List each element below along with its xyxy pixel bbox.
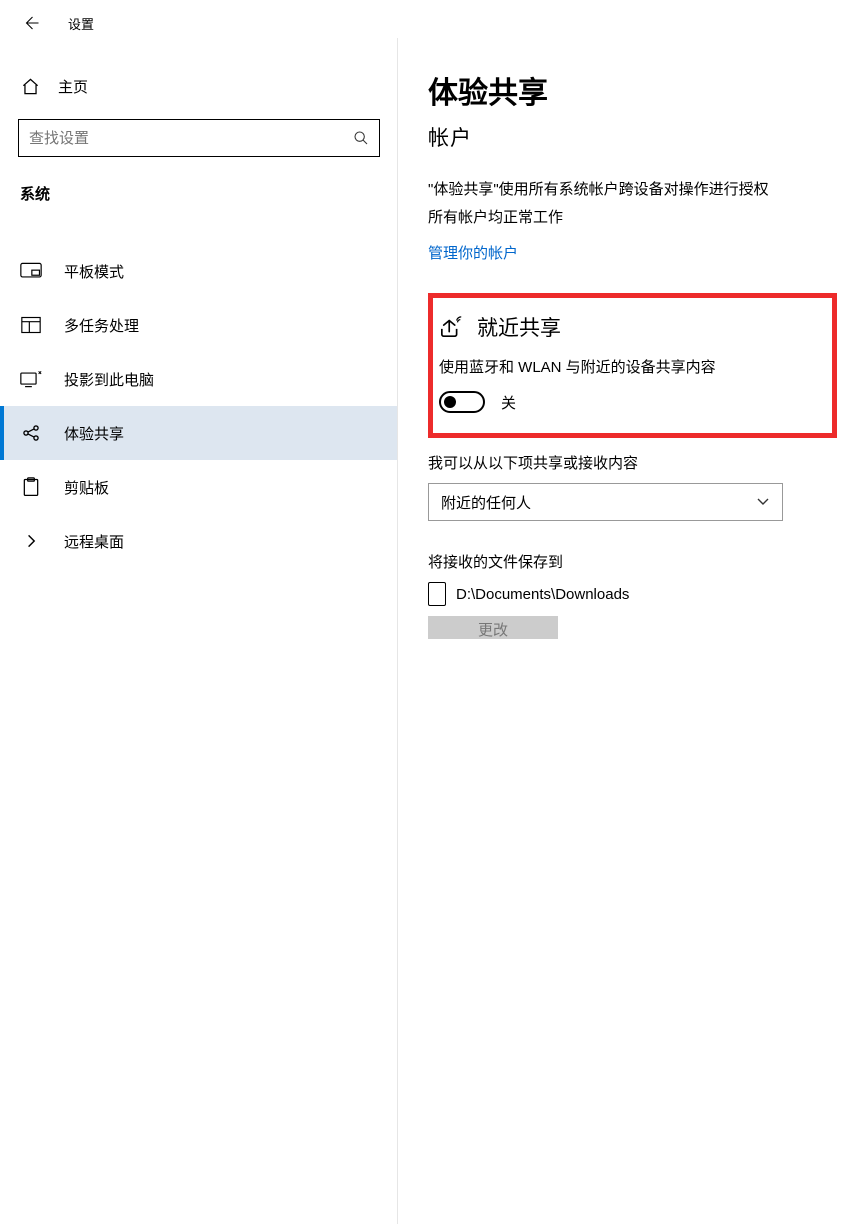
accounts-desc-2: 所有帐户均正常工作: [428, 206, 837, 230]
sidebar-item-projecting[interactable]: 投影到此电脑: [18, 352, 380, 406]
search-box[interactable]: [18, 119, 380, 157]
sidebar-item-remote-desktop[interactable]: 远程桌面: [18, 514, 380, 568]
sidebar-home-label: 主页: [58, 76, 88, 97]
sidebar-item-multitasking[interactable]: 多任务处理: [18, 298, 380, 352]
change-button[interactable]: 更改: [428, 616, 558, 639]
save-to-label: 将接收的文件保存到: [428, 551, 837, 572]
back-button[interactable]: [22, 14, 40, 32]
clipboard-icon: [20, 477, 42, 497]
section-accounts-heading: 帐户: [428, 122, 837, 152]
nearby-sharing-highlight: 就近共享 使用蓝牙和 WLAN 与附近的设备共享内容 关: [428, 293, 837, 438]
nearby-sharing-heading: 就近共享: [477, 312, 561, 342]
save-to-path: D:\Documents\Downloads: [456, 586, 629, 603]
sidebar-item-label: 剪贴板: [64, 477, 109, 498]
sidebar-item-tablet-mode[interactable]: 平板模式: [18, 244, 380, 298]
sidebar-item-label: 平板模式: [64, 261, 124, 282]
project-icon: [20, 370, 42, 388]
main-panel: 体验共享 帐户 "体验共享"使用所有系统帐户跨设备对操作进行授权 所有帐户均正常…: [398, 46, 847, 639]
chevron-down-icon: [756, 497, 770, 507]
accounts-desc-1: "体验共享"使用所有系统帐户跨设备对操作进行授权: [428, 178, 837, 202]
sidebar-category: 系统: [18, 183, 380, 204]
chevron-right-icon: [20, 533, 42, 549]
sidebar-item-clipboard[interactable]: 剪贴板: [18, 460, 380, 514]
sidebar-item-label: 投影到此电脑: [64, 369, 154, 390]
share-from-value: 附近的任何人: [441, 492, 531, 513]
share-icon: [20, 423, 42, 443]
folder-icon: [428, 582, 446, 606]
home-icon: [20, 77, 40, 96]
nearby-sharing-toggle-state: 关: [501, 392, 516, 413]
sidebar-home[interactable]: 主页: [18, 66, 380, 107]
nearby-share-icon: [439, 315, 465, 339]
sidebar: 主页 系统 平板模式 多任务处理 投影到此电脑: [0, 46, 398, 639]
nearby-sharing-toggle[interactable]: [439, 391, 485, 413]
manage-accounts-link[interactable]: 管理你的帐户: [428, 242, 518, 263]
sidebar-item-shared-experiences[interactable]: 体验共享: [0, 406, 398, 460]
search-icon: [353, 130, 369, 146]
window-title: 设置: [68, 14, 94, 33]
search-input[interactable]: [29, 130, 353, 147]
tablet-icon: [20, 262, 42, 280]
sidebar-item-label: 体验共享: [64, 423, 124, 444]
nearby-sharing-desc: 使用蓝牙和 WLAN 与附近的设备共享内容: [439, 356, 822, 377]
share-from-label: 我可以从以下项共享或接收内容: [428, 452, 837, 473]
multitask-icon: [20, 316, 42, 334]
share-from-select[interactable]: 附近的任何人: [428, 483, 783, 521]
sidebar-item-label: 多任务处理: [64, 315, 139, 336]
sidebar-item-label: 远程桌面: [64, 531, 124, 552]
page-title: 体验共享: [428, 68, 837, 112]
